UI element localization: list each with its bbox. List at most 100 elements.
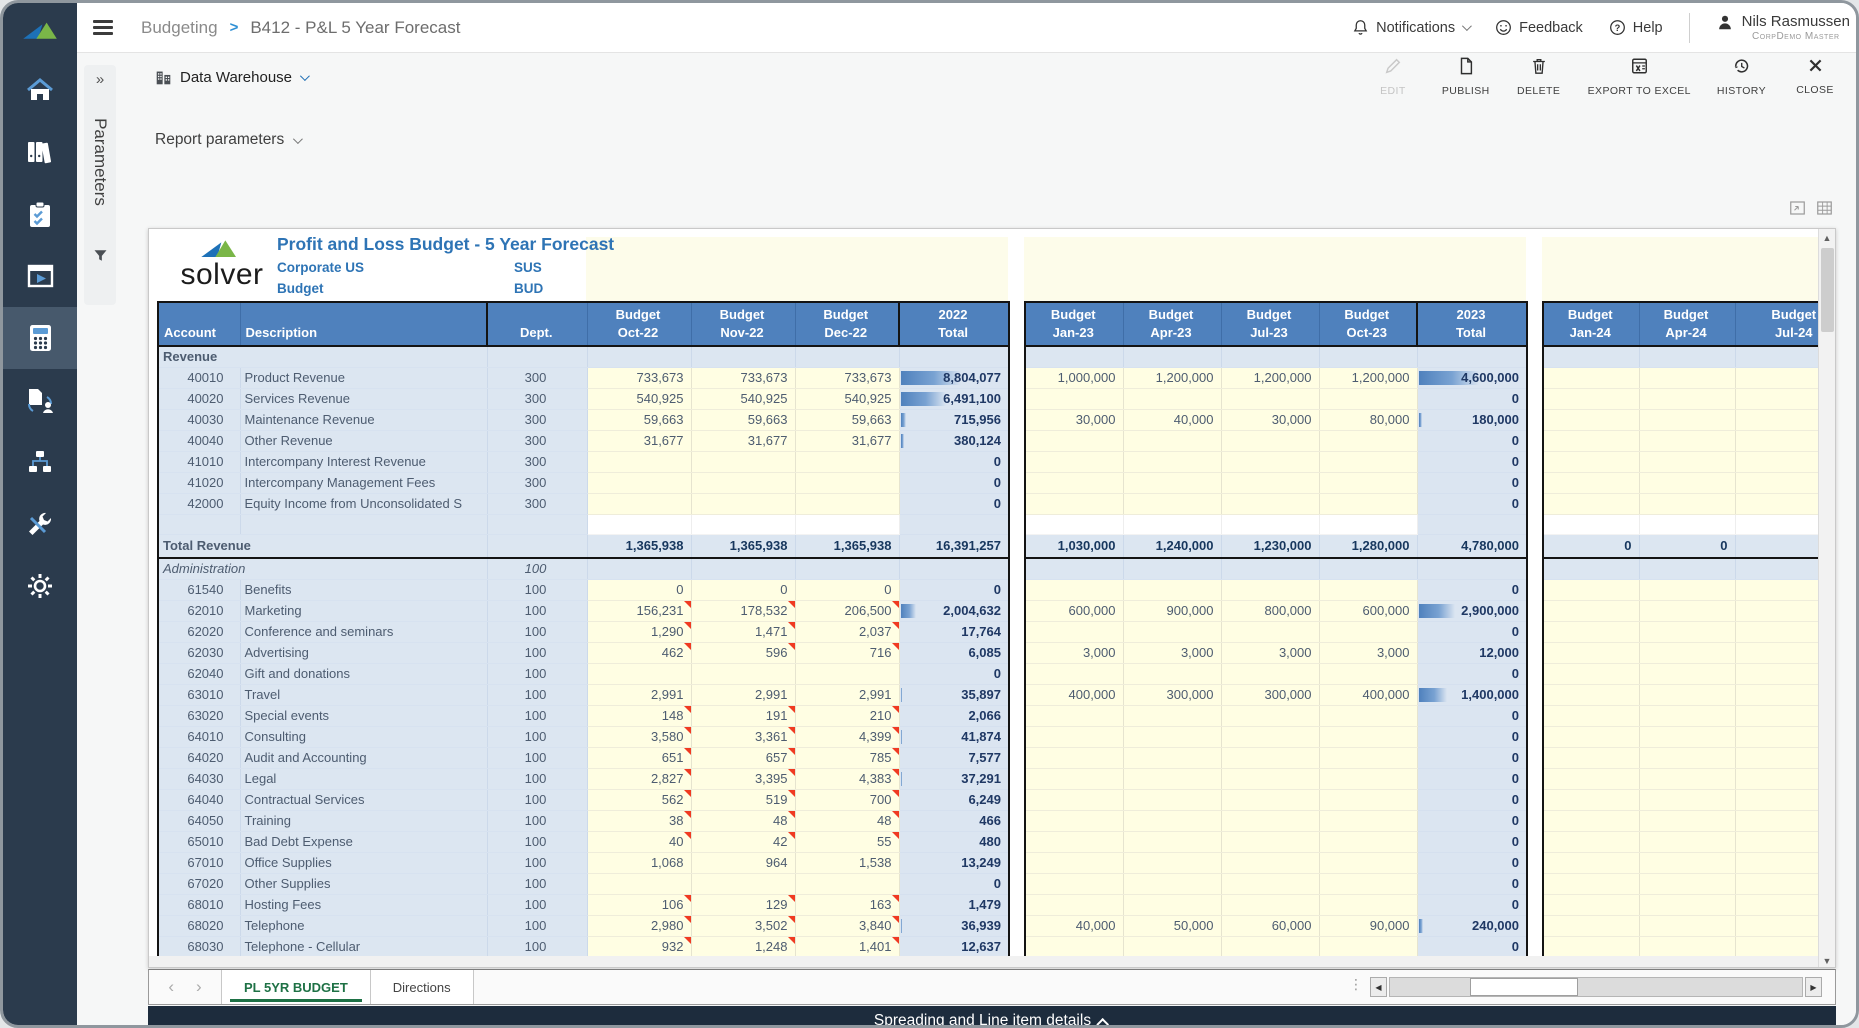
input-cell[interactable]	[1025, 493, 1123, 514]
input-cell[interactable]	[1543, 472, 1639, 493]
input-cell[interactable]: 163	[795, 894, 899, 915]
input-cell[interactable]	[1639, 388, 1735, 409]
input-cell[interactable]: 4,383	[795, 768, 899, 789]
input-cell[interactable]	[1639, 642, 1735, 663]
input-cell[interactable]: 462	[587, 642, 691, 663]
horizontal-scroll-thumb[interactable]	[1470, 978, 1578, 996]
input-cell[interactable]: 600,000	[1025, 600, 1123, 621]
input-cell[interactable]	[1123, 768, 1221, 789]
input-cell[interactable]: 733,673	[587, 367, 691, 388]
input-cell[interactable]	[1735, 831, 1820, 852]
input-cell[interactable]: 2,827	[587, 768, 691, 789]
sidebar-item-report-player[interactable]	[3, 245, 77, 307]
input-cell[interactable]	[587, 472, 691, 493]
input-cell[interactable]: 2,037	[795, 621, 899, 642]
solver-logo-icon[interactable]	[3, 3, 77, 59]
sidebar-item-admin-tools[interactable]	[3, 493, 77, 555]
input-cell[interactable]	[1221, 873, 1319, 894]
help-button[interactable]: ? Help	[1609, 19, 1663, 36]
input-cell[interactable]	[1221, 493, 1319, 514]
input-cell[interactable]	[691, 472, 795, 493]
input-cell[interactable]	[1319, 472, 1417, 493]
history-button[interactable]: HISTORY	[1717, 57, 1766, 97]
input-cell[interactable]	[1025, 726, 1123, 747]
input-cell[interactable]	[1735, 621, 1820, 642]
input-cell[interactable]	[1025, 388, 1123, 409]
input-cell[interactable]	[1543, 852, 1639, 873]
close-button[interactable]: CLOSE	[1792, 57, 1838, 97]
sheet-tab-pl-5yr-budget[interactable]: PL 5YR BUDGET	[221, 970, 371, 1004]
input-cell[interactable]	[1639, 810, 1735, 831]
input-cell[interactable]	[1639, 600, 1735, 621]
input-cell[interactable]: 48	[691, 810, 795, 831]
input-cell[interactable]: 1,290	[587, 621, 691, 642]
input-cell[interactable]: 1,471	[691, 621, 795, 642]
input-cell[interactable]	[1543, 600, 1639, 621]
input-cell[interactable]: 48	[795, 810, 899, 831]
input-cell[interactable]	[1735, 388, 1820, 409]
input-cell[interactable]	[1221, 810, 1319, 831]
feedback-button[interactable]: Feedback	[1495, 19, 1583, 36]
input-cell[interactable]	[795, 451, 899, 472]
input-cell[interactable]	[1735, 747, 1820, 768]
input-cell[interactable]	[1543, 621, 1639, 642]
input-cell[interactable]: 596	[691, 642, 795, 663]
input-cell[interactable]: 0	[587, 579, 691, 600]
input-cell[interactable]: 657	[691, 747, 795, 768]
input-cell[interactable]: 4,399	[795, 726, 899, 747]
input-cell[interactable]	[1639, 409, 1735, 430]
input-cell[interactable]	[1543, 388, 1639, 409]
input-cell[interactable]	[691, 663, 795, 684]
input-cell[interactable]	[1639, 789, 1735, 810]
scroll-down-icon[interactable]: ▼	[1819, 952, 1835, 968]
input-cell[interactable]	[1123, 831, 1221, 852]
input-cell[interactable]	[1543, 831, 1639, 852]
input-cell[interactable]: 651	[587, 747, 691, 768]
input-cell[interactable]	[587, 451, 691, 472]
input-cell[interactable]: 129	[691, 894, 795, 915]
input-cell[interactable]	[1319, 894, 1417, 915]
input-cell[interactable]	[1123, 894, 1221, 915]
input-cell[interactable]: 300,000	[1123, 684, 1221, 705]
input-cell[interactable]	[1639, 705, 1735, 726]
input-cell[interactable]: 50,000	[1123, 915, 1221, 936]
input-cell[interactable]: 1,068	[587, 852, 691, 873]
input-cell[interactable]: 600,000	[1319, 600, 1417, 621]
input-cell[interactable]: 210	[795, 705, 899, 726]
input-cell[interactable]	[1735, 894, 1820, 915]
input-cell[interactable]: 540,925	[795, 388, 899, 409]
input-cell[interactable]	[1735, 642, 1820, 663]
input-cell[interactable]	[1221, 789, 1319, 810]
input-cell[interactable]: 3,502	[691, 915, 795, 936]
input-cell[interactable]: 3,361	[691, 726, 795, 747]
input-cell[interactable]	[1735, 936, 1820, 956]
input-cell[interactable]	[587, 873, 691, 894]
input-cell[interactable]: 2,991	[795, 684, 899, 705]
input-cell[interactable]	[1543, 768, 1639, 789]
input-cell[interactable]	[1221, 705, 1319, 726]
input-cell[interactable]: 519	[691, 789, 795, 810]
input-cell[interactable]: 540,925	[691, 388, 795, 409]
input-cell[interactable]: 156,231	[587, 600, 691, 621]
input-cell[interactable]	[1735, 684, 1820, 705]
input-cell[interactable]	[1319, 852, 1417, 873]
input-cell[interactable]	[1543, 705, 1639, 726]
input-cell[interactable]	[1639, 579, 1735, 600]
input-cell[interactable]	[1735, 472, 1820, 493]
input-cell[interactable]	[1735, 768, 1820, 789]
input-cell[interactable]: 785	[795, 747, 899, 768]
input-cell[interactable]: 59,663	[587, 409, 691, 430]
input-cell[interactable]: 55	[795, 831, 899, 852]
input-cell[interactable]: 1,248	[691, 936, 795, 957]
input-cell[interactable]: 59,663	[795, 409, 899, 430]
input-cell[interactable]: 148	[587, 705, 691, 726]
input-cell[interactable]: 0	[795, 579, 899, 600]
input-cell[interactable]: 31,677	[587, 430, 691, 451]
sidebar-item-home[interactable]	[3, 59, 77, 121]
input-cell[interactable]	[1319, 768, 1417, 789]
input-cell[interactable]	[691, 873, 795, 894]
input-cell[interactable]	[1025, 472, 1123, 493]
input-cell[interactable]	[1221, 894, 1319, 915]
input-cell[interactable]	[1319, 451, 1417, 472]
input-cell[interactable]	[1543, 684, 1639, 705]
